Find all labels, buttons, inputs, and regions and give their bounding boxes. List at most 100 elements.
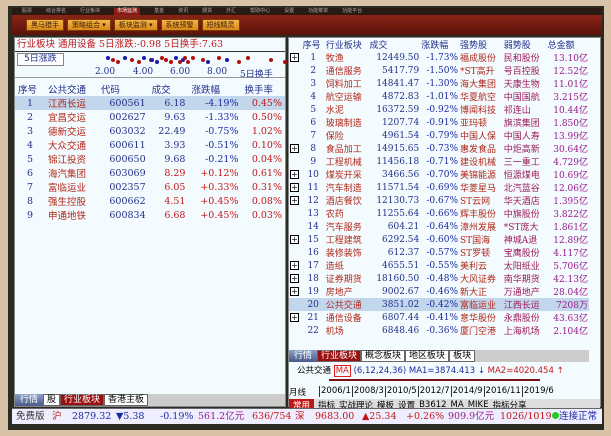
tab[interactable]: 股 [43,394,61,406]
table-row[interactable]: 3 德新交运 603032 22.49 -0.75% 1.02% [15,124,285,139]
table-row[interactable]: 9 申通地铁 600834 6.68 +0.45% 0.03% [15,208,285,223]
cell: 宝鹰股份 [503,249,540,259]
cell: -1.73% [426,52,459,63]
expand-icon[interactable]: + [290,52,299,62]
tab[interactable]: 行业板块 [60,394,105,406]
toolbar-button[interactable]: 策略组合 ▾ [67,19,111,31]
expand-icon[interactable]: + [290,273,299,283]
table-row[interactable]: +12 酒店餐饮 12130.73 -0.67% ST云网 华天酒店 1.395亿 [289,194,589,207]
table-row[interactable]: 13 农药 11255.64 -0.66% 辉丰股份 中旗股份 3.822亿 [289,207,589,221]
table-row[interactable]: 7 富临运业 002357 6.05 +0.33% 0.31% [15,180,285,195]
table-row[interactable]: 4 大众交通 600611 3.93 -0.51% 0.10% [15,138,285,153]
cell: 漳州发展 [460,223,497,233]
cell: 7208万 [556,301,588,311]
menu-item[interactable]: 功能菜单 [308,8,328,15]
menu-item[interactable]: 基金 [154,8,164,15]
toolbar-button[interactable]: 系统预警 [160,19,199,31]
menu-item[interactable]: 功能平台 [342,8,362,15]
table-row[interactable]: 3 饲料加工 14841.47 -1.30% 海大集团 天康生物 11.01亿 [289,77,589,91]
menu-item[interactable]: 外汇 [226,8,236,15]
toolbar-button[interactable]: 黑马猎手 [26,19,64,31]
table-row[interactable]: 2 通信服务 5417.79 -1.50% *ST高升 号百控股 12.52亿 [289,64,589,78]
table-row[interactable]: 2 宜昌交运 002627 9.63 -1.33% 0.50% [15,110,285,125]
cell: 汽车制造 [325,184,362,194]
table-row[interactable]: +18 证券期货 18160.50 -0.48% 大风证券 南华期货 42.13亿 [289,272,589,285]
column-header[interactable]: 序号 [15,82,45,96]
column-header[interactable]: 换手率 [241,82,285,96]
menu-item[interactable]: 市场监测 [114,8,141,15]
column-header[interactable]: 弱势股 [503,38,547,51]
menu-item[interactable]: 帮助中心 [250,8,270,15]
menu-item[interactable]: 股票 [22,8,32,15]
table-row[interactable]: 5 锦江投资 600650 9.68 -0.21% 0.04% [15,152,285,167]
column-header[interactable]: 强势股 [459,38,503,51]
cell: 工程机械 [325,158,362,168]
table-row[interactable]: +15 工程建筑 6292.54 -0.60% ST国海 神城A退 12.89亿 [289,233,589,246]
toolbar-button[interactable]: 短线精灵 [201,19,240,31]
menu-item[interactable]: 综合排名 [46,8,66,15]
expand-icon[interactable]: + [290,169,299,179]
cell: 意华股份 [460,314,497,324]
column-header[interactable]: 行业板块 [325,38,369,51]
cell: 10 [307,169,319,180]
table-row[interactable]: 9 工程机械 11456.18 -0.71% 建设机械 三一重工 4.729亿 [289,155,589,169]
table-row[interactable]: +19 房地产 9002.67 -0.46% 新大正 万通地产 28.04亿 [289,285,589,298]
table-row[interactable]: 6 玻璃制造 1207.74 -0.91% 亚玛顿 旗滨集团 1.850亿 [289,116,589,130]
column-header[interactable]: 涨跌幅 [420,38,459,51]
cell: 8.29 [164,167,186,179]
table-row[interactable]: 14 汽车服务 604.21 -0.64% 漳州发展 *ST庞大 1.861亿 [289,220,589,234]
expand-cell [289,116,302,129]
column-header[interactable]: 成交 [149,82,189,96]
table-row[interactable]: 5 水泥 16372.59 -0.92% 博闻科技 祁连山 10.44亿 [289,103,589,117]
tab[interactable]: 香港主板 [104,394,149,406]
table-row[interactable]: +11 汽车制造 11571.54 -0.69% 华菱星马 北汽蓝谷 12.06亿 [289,181,589,194]
cell: 12449.50 [376,52,420,63]
tab[interactable]: 概念板块 [361,350,406,362]
tab[interactable]: 行业板块 [317,350,362,362]
table-row[interactable]: 20 公共交通 3851.02 -0.42% 富临运业 江西长运 7208万 [289,298,589,311]
expand-icon[interactable]: + [290,260,299,270]
table-row[interactable]: +1 牧渔 12449.50 -1.73% 福成股份 民和股份 13.10亿 [289,51,589,64]
column-header[interactable]: 涨跌幅 [188,82,241,96]
table-row[interactable]: +17 造纸 4655.51 -0.55% 美利云 太阳纸业 5.706亿 [289,259,589,272]
table-row[interactable]: 1 江西长运 600561 6.18 -4.19% 0.45% [15,96,285,110]
cell: 3.822亿 [553,210,588,220]
table-row[interactable]: 6 海汽集团 603069 8.29 +0.12% 0.61% [15,166,285,181]
tab[interactable]: 板块 [449,350,476,362]
menu-item[interactable]: 设置 [284,8,294,15]
tab[interactable]: 地区板块 [405,350,450,362]
table-row[interactable]: 4 航空运输 4872.83 -1.01% 华夏航空 中国国航 3.215亿 [289,90,589,104]
table-row[interactable]: +8 食品加工 14915.65 -0.73% 惠发食品 中炬高新 30.64亿 [289,142,589,155]
expand-icon[interactable]: + [290,286,299,296]
expand-icon[interactable]: + [290,234,299,244]
column-header[interactable]: 代码 [98,82,149,96]
menu-item[interactable]: 行业板块 [80,8,100,15]
table-row[interactable]: 16 装修装饰 612.37 -0.57% ST罗顿 宝鹰股份 4.117亿 [289,246,589,260]
tab[interactable]: 行情 [15,394,44,406]
expand-icon[interactable]: + [290,312,299,322]
menu-item[interactable]: 期货 [202,8,212,15]
menu-item[interactable]: 资讯 [178,8,188,15]
column-header[interactable]: 公共交通 [45,82,98,96]
table-row[interactable]: 22 机场 6848.46 -0.36% 厦门空港 上海机场 2.104亿 [289,324,589,338]
expand-cell [289,207,302,220]
toolbar-button[interactable]: 板块监测 ▾ [113,19,158,31]
table-row[interactable]: 7 保险 4961.54 -0.79% 中国人保 中国人寿 13.99亿 [289,129,589,143]
expand-icon[interactable]: + [290,143,299,153]
column-header[interactable]: 序号 [302,38,325,51]
table-row[interactable]: +10 煤炭开采 3466.56 -0.70% 美锦能源 恒源煤电 10.69亿 [289,168,589,181]
period-select[interactable]: 月线 [289,386,319,398]
cell: 大众交通 [48,141,87,152]
expand-cell [289,129,302,142]
table-row[interactable]: 8 强生控股 600662 4.51 +0.45% 0.08% [15,194,285,209]
cell: 604.21 [387,221,420,232]
column-header[interactable]: 总金额 [547,38,589,51]
table-row[interactable]: +21 通信设备 6807.44 -0.41% 意华股份 永鼎股份 43.63亿 [289,311,589,324]
column-header[interactable]: 成交 [368,38,420,51]
cell: 15 [307,234,319,245]
tab[interactable]: 行情 [289,350,318,362]
expand-icon[interactable]: + [290,182,299,192]
cell: +0.45% [200,209,239,221]
expand-icon[interactable]: + [290,195,299,205]
cell: -0.51% [205,139,239,151]
